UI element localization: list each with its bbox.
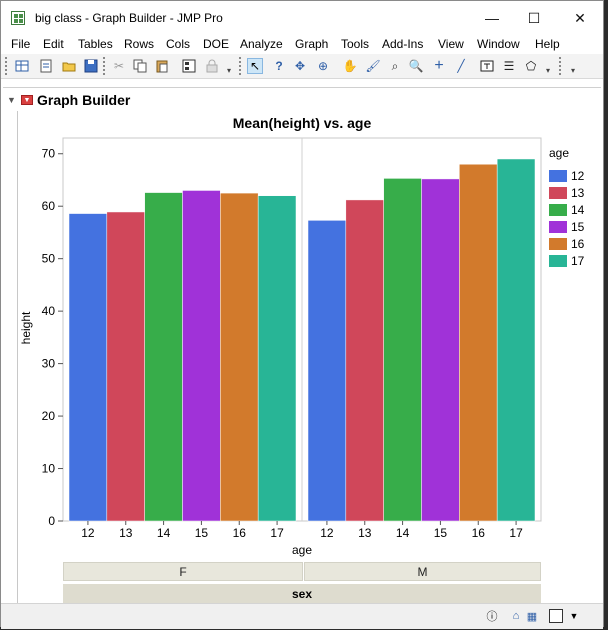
legend-swatch xyxy=(549,187,567,199)
red-triangle-menu-icon[interactable]: ▼ xyxy=(21,95,33,105)
info-icon[interactable]: ⓘ xyxy=(485,609,499,623)
chart-title: Mean(height) vs. age xyxy=(232,115,372,131)
legend-swatch xyxy=(549,238,567,250)
cut-icon[interactable]: ✂ xyxy=(111,58,127,74)
y-axis-label[interactable]: height xyxy=(19,312,33,345)
facet-label-f: F xyxy=(63,562,303,581)
legend-label: 15 xyxy=(571,220,585,234)
menu-file[interactable]: File xyxy=(11,37,30,51)
toolbar-grip-3[interactable] xyxy=(559,57,564,75)
menu-view[interactable]: View xyxy=(438,37,464,51)
brush-tool-icon[interactable]: 🖌 xyxy=(365,58,381,74)
legend-label: 17 xyxy=(571,254,585,268)
disclosure-icon[interactable]: ▼ xyxy=(7,95,17,105)
outline-title: Graph Builder xyxy=(37,92,131,108)
facet-label-m: M xyxy=(304,562,541,581)
new-script-icon[interactable] xyxy=(38,58,54,74)
legend-title: age xyxy=(549,146,570,160)
home-icon[interactable]: ⌂ xyxy=(509,609,523,623)
legend-item-16[interactable]: 16 xyxy=(549,237,584,251)
paste-icon[interactable] xyxy=(154,58,170,74)
polygon-tool-icon[interactable]: ⬠ xyxy=(523,58,539,74)
toolbar-grip[interactable] xyxy=(5,57,10,75)
legend-label: 12 xyxy=(571,169,585,183)
annotate-tool-icon[interactable] xyxy=(479,58,495,74)
outline-header[interactable]: ▼ ▼ Graph Builder xyxy=(7,91,130,109)
plus-tool-icon[interactable]: + xyxy=(431,57,447,74)
toolbar: ✂ ▾ ↖ ? ✥ ⊕ ✋ 🖌 ⌕ 🔍 + ╱ ☰ ⬠ ▾ ▾ xyxy=(1,54,603,79)
toolbar-grip-2[interactable] xyxy=(239,57,244,75)
lasso-tool-icon[interactable]: ⌕ xyxy=(387,58,403,74)
legend-label: 16 xyxy=(571,237,585,251)
menu-doe[interactable]: DOE xyxy=(203,37,229,51)
menu-rows[interactable]: Rows xyxy=(124,37,154,51)
save-icon[interactable] xyxy=(83,58,99,74)
toolbar-separator xyxy=(103,57,108,75)
window-list-icon[interactable] xyxy=(549,609,563,623)
menu-cols[interactable]: Cols xyxy=(166,37,190,51)
app-window: big class - Graph Builder - JMP Pro — ☐ … xyxy=(0,0,604,629)
minimize-button[interactable]: — xyxy=(469,1,515,35)
new-data-table-icon[interactable] xyxy=(14,58,30,74)
menu-window[interactable]: Window xyxy=(477,37,520,51)
legend-swatch xyxy=(549,204,567,216)
grabber-tool-icon[interactable]: ✋ xyxy=(342,58,358,74)
legend-swatch xyxy=(549,170,567,182)
menu-add-ins[interactable]: Add-Ins xyxy=(382,37,423,51)
legend-item-14[interactable]: 14 xyxy=(549,203,584,217)
menu-analyze[interactable]: Analyze xyxy=(240,37,283,51)
table-icon[interactable]: ▦ xyxy=(525,609,539,623)
toolbar-overflow-icon-3[interactable]: ▾ xyxy=(571,66,575,75)
open-icon[interactable] xyxy=(61,58,77,74)
window-list-dropdown-icon[interactable]: ▼ xyxy=(567,609,581,623)
menu-tables[interactable]: Tables xyxy=(78,37,113,51)
magnifier-tool-icon[interactable]: 🔍 xyxy=(408,58,424,74)
lock-icon[interactable] xyxy=(204,58,220,74)
menu-help[interactable]: Help xyxy=(535,37,560,51)
x-axis-label[interactable]: age xyxy=(63,543,541,557)
maximize-button[interactable]: ☐ xyxy=(511,1,557,35)
legend-swatch xyxy=(549,255,567,267)
window-title: big class - Graph Builder - JMP Pro xyxy=(35,11,223,25)
menu-bar: File Edit Tables Rows Cols DOE Analyze G… xyxy=(1,35,603,54)
simple-shape-tool-icon[interactable]: ☰ xyxy=(501,58,517,74)
legend-item-12[interactable]: 12 xyxy=(549,169,584,183)
graph-frame xyxy=(17,111,602,603)
line-tool-icon[interactable]: ╱ xyxy=(453,58,469,74)
legend-label: 13 xyxy=(571,186,585,200)
data-table-icon[interactable] xyxy=(181,58,197,74)
legend-swatch xyxy=(549,221,567,233)
legend-item-13[interactable]: 13 xyxy=(549,186,584,200)
menu-tools[interactable]: Tools xyxy=(341,37,369,51)
selection-tool-icon[interactable]: ✥ xyxy=(292,58,308,74)
arrow-tool-icon[interactable]: ↖ xyxy=(247,58,263,74)
legend-item-17[interactable]: 17 xyxy=(549,254,584,268)
jmp-app-icon xyxy=(11,11,25,25)
copy-icon[interactable] xyxy=(132,58,148,74)
legend-label: 14 xyxy=(571,203,585,217)
status-bar: ⓘ ⌂ ▦ ▼ xyxy=(1,603,603,629)
toolbar-overflow-icon-2[interactable]: ▾ xyxy=(546,66,550,75)
legend-item-15[interactable]: 15 xyxy=(549,220,584,234)
title-bar: big class - Graph Builder - JMP Pro — ☐ … xyxy=(1,1,603,35)
close-button[interactable]: ✕ xyxy=(557,1,603,35)
crosshair-tool-icon[interactable]: ⊕ xyxy=(315,58,331,74)
menu-edit[interactable]: Edit xyxy=(43,37,64,51)
facet-variable-title: sex xyxy=(63,584,541,603)
help-tool-icon[interactable]: ? xyxy=(271,58,287,74)
menu-graph[interactable]: Graph xyxy=(295,37,328,51)
toolbar-overflow-icon[interactable]: ▾ xyxy=(227,66,231,75)
